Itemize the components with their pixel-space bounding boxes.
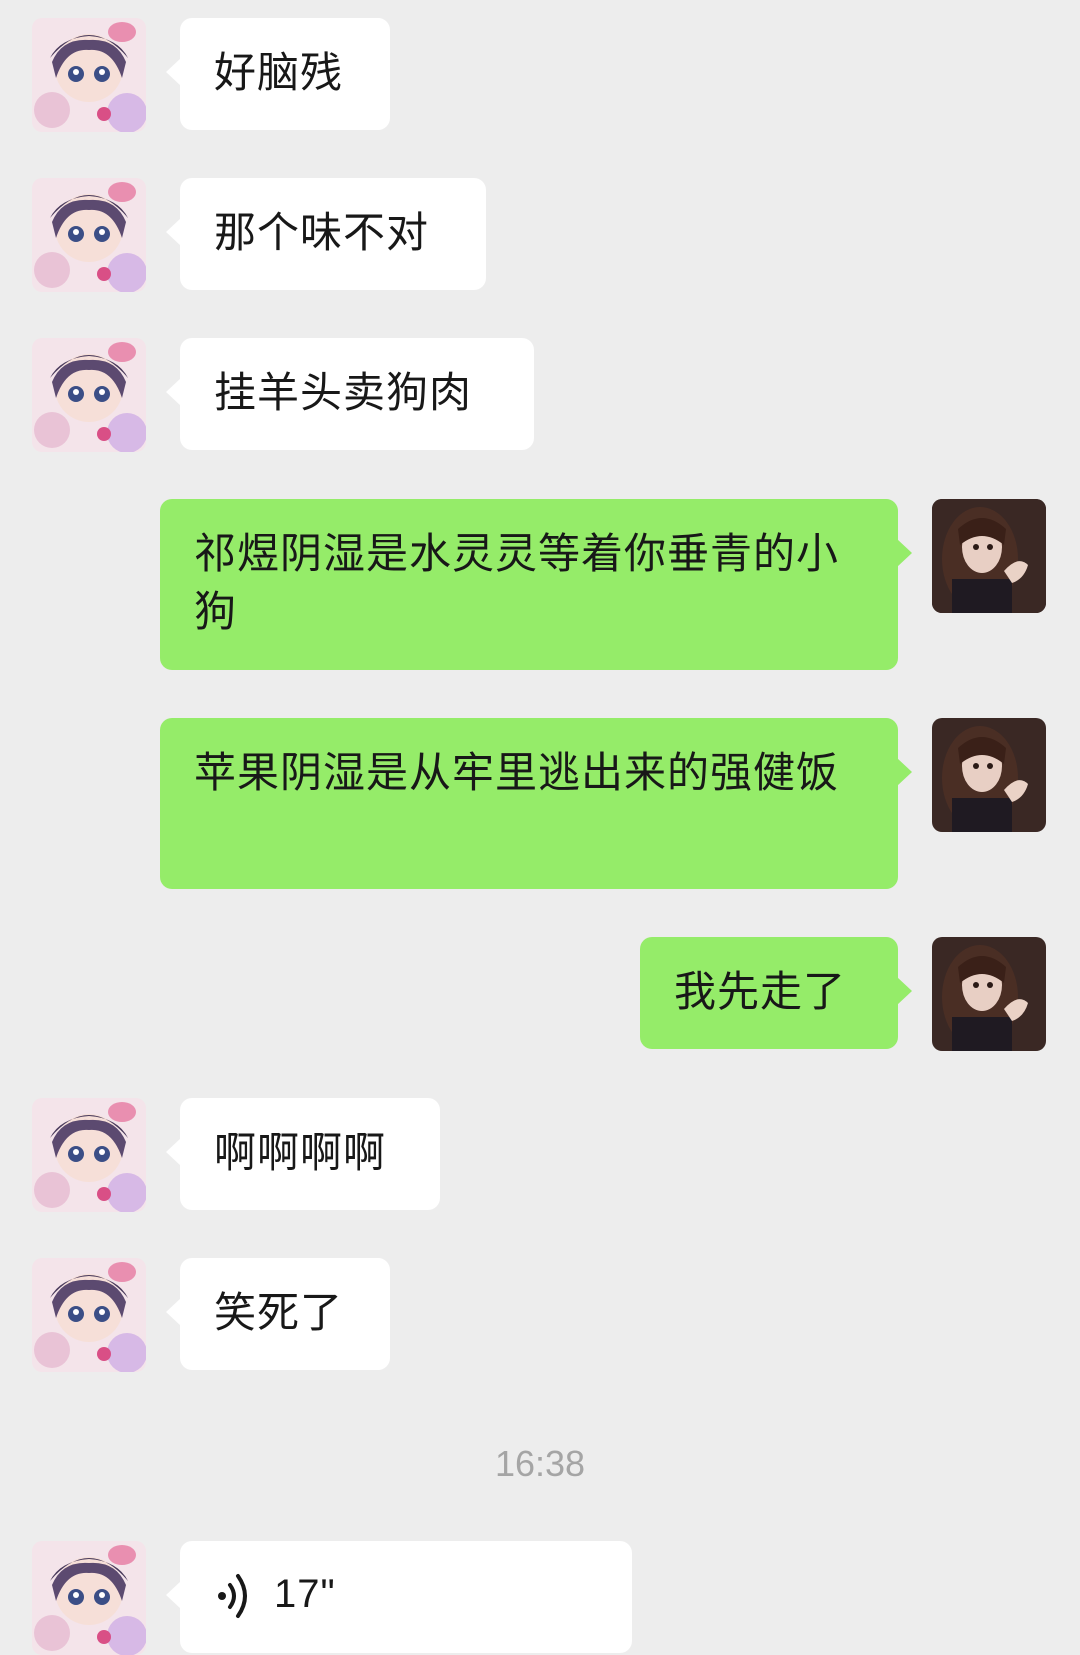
message-text: 祁煜阴湿是水灵灵等着你垂青的小狗 bbox=[194, 529, 840, 636]
contact-avatar[interactable] bbox=[32, 1258, 146, 1372]
message-text: 笑死了 bbox=[214, 1288, 344, 1337]
contact-avatar[interactable] bbox=[32, 1098, 146, 1212]
message-bubble-sent[interactable]: 苹果阴湿是从牢里逃出来的强健饭 bbox=[160, 718, 912, 889]
message-text: 啊啊啊啊 bbox=[214, 1128, 387, 1177]
message-bubble-sent[interactable]: 祁煜阴湿是水灵灵等着你垂青的小狗 bbox=[160, 499, 912, 670]
voice-duration: 17" bbox=[274, 1572, 336, 1616]
voice-wave-icon bbox=[218, 1574, 247, 1618]
message-bubble-received[interactable]: 啊啊啊啊 bbox=[166, 1098, 440, 1210]
contact-avatar[interactable] bbox=[32, 1541, 146, 1655]
contact-avatar[interactable] bbox=[32, 178, 146, 292]
contact-avatar[interactable] bbox=[32, 18, 146, 132]
user-avatar[interactable] bbox=[932, 937, 1046, 1051]
voice-message-bubble[interactable]: 17" bbox=[166, 1541, 632, 1653]
user-avatar[interactable] bbox=[932, 499, 1046, 613]
message-bubble-received[interactable]: 笑死了 bbox=[166, 1258, 390, 1370]
message-bubble-sent[interactable]: 我先走了 bbox=[640, 937, 912, 1049]
message-text: 我先走了 bbox=[674, 967, 847, 1016]
contact-avatar[interactable] bbox=[32, 338, 146, 452]
message-text: 好脑残 bbox=[214, 48, 344, 97]
message-text: 那个味不对 bbox=[214, 208, 430, 257]
user-avatar[interactable] bbox=[932, 718, 1046, 832]
message-text: 挂羊头卖狗肉 bbox=[214, 368, 473, 417]
message-text: 苹果阴湿是从牢里逃出来的强健饭 bbox=[194, 748, 840, 797]
message-bubble-received[interactable]: 挂羊头卖狗肉 bbox=[166, 338, 534, 450]
message-timestamp: 16:38 bbox=[494, 1443, 586, 1484]
message-bubble-received[interactable]: 那个味不对 bbox=[166, 178, 486, 290]
chat-message-list[interactable]: 好脑残 那个味不对 挂羊头卖狗肉 祁煜阴湿是水灵灵等着你垂青的小狗 苹果阴湿是从… bbox=[0, 0, 1080, 1655]
message-bubble-received[interactable]: 好脑残 bbox=[166, 18, 390, 130]
